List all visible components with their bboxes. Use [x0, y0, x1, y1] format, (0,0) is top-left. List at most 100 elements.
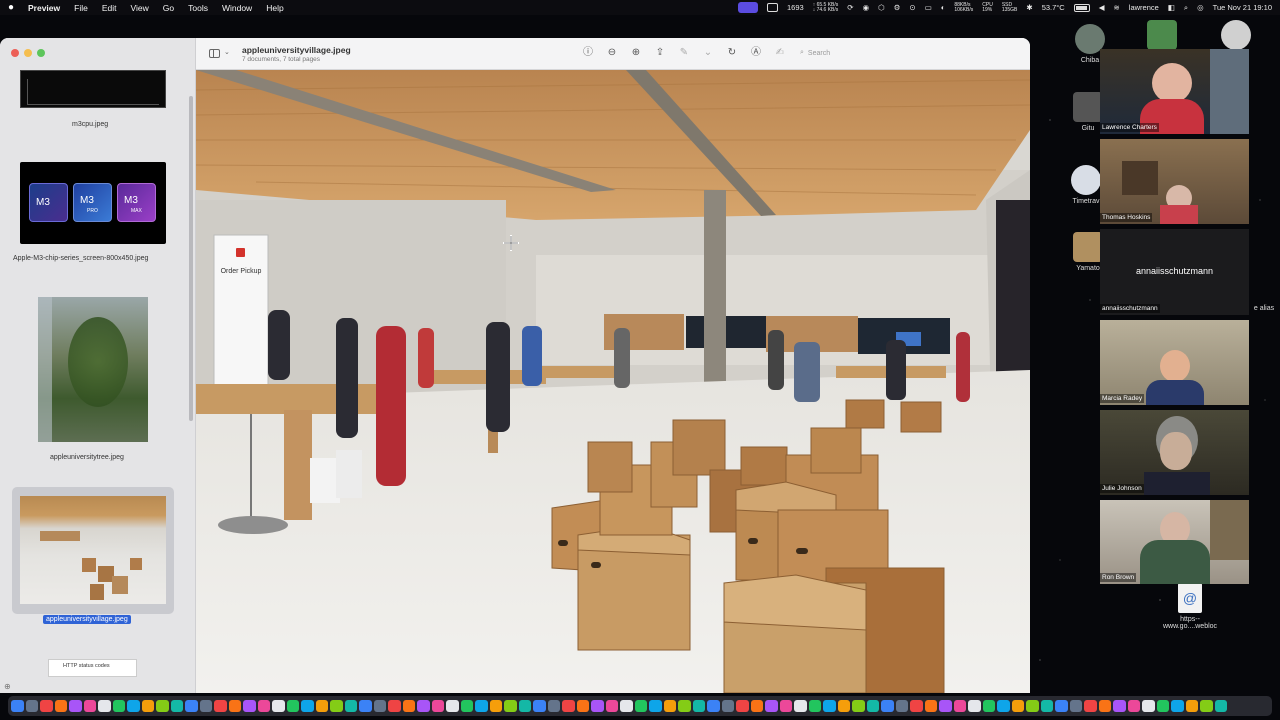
desktop-icon-alias[interactable]: e alias [1248, 305, 1280, 312]
dock-app-icon[interactable] [1142, 699, 1155, 713]
dock-app-icon[interactable] [605, 699, 618, 713]
dock-app-icon[interactable] [852, 699, 865, 713]
dock-app-icon[interactable] [69, 699, 82, 713]
dock-app-icon[interactable] [1156, 699, 1169, 713]
dock-app-icon[interactable] [634, 699, 647, 713]
dock-app-icon[interactable] [881, 699, 894, 713]
search-field[interactable]: ⌕ Search [800, 49, 830, 57]
control-center-icon[interactable]: ◧ [1168, 3, 1175, 12]
dock-app-icon[interactable] [982, 699, 995, 713]
participant-tile[interactable]: Julie Johnson [1100, 410, 1249, 495]
dock-app-icon[interactable] [533, 699, 546, 713]
dock-app-icon[interactable] [576, 699, 589, 713]
dock-app-icon[interactable] [794, 699, 807, 713]
participant-tile[interactable]: Thomas Hoskins [1100, 139, 1249, 224]
record-icon[interactable]: ⊙ [909, 3, 915, 12]
thumbnail-http-status[interactable]: HTTP status codes [48, 659, 137, 677]
dock-app-icon[interactable] [1113, 699, 1126, 713]
dock-app-icon[interactable] [112, 699, 125, 713]
dock-app-icon[interactable] [866, 699, 879, 713]
dock-app-icon[interactable] [591, 699, 604, 713]
dock-app-icon[interactable] [373, 699, 386, 713]
dock-app-icon[interactable] [359, 699, 372, 713]
siri-icon[interactable]: ◎ [1197, 3, 1204, 12]
dock-app-icon[interactable] [402, 699, 415, 713]
ssd-meter[interactable]: SSD 135GB [1002, 2, 1018, 13]
dock-app-icon[interactable] [808, 699, 821, 713]
dock-app-icon[interactable] [301, 699, 314, 713]
participant-tile[interactable]: Lawrence Charters [1100, 49, 1249, 134]
dock-app-icon[interactable] [1127, 699, 1140, 713]
rotate-icon[interactable]: ↻ [726, 47, 738, 59]
dock-app-icon[interactable] [54, 699, 67, 713]
thumbnail-sidebar[interactable]: m3cpu.jpeg M3 M3 PRO M3 MAX Apple-M3-chi… [0, 38, 196, 693]
mail-icon[interactable] [767, 3, 779, 12]
markup-icon[interactable]: Ⓐ [750, 47, 762, 59]
sign-icon[interactable]: ✍ [774, 47, 786, 59]
dock-app-icon[interactable] [431, 699, 444, 713]
dock-app-icon[interactable] [707, 699, 720, 713]
dock-app-icon[interactable] [330, 699, 343, 713]
dock-app-icon[interactable] [765, 699, 778, 713]
document-image[interactable]: Order Pickup [196, 70, 1030, 693]
dock-app-icon[interactable] [1011, 699, 1024, 713]
dock-app-icon[interactable] [692, 699, 705, 713]
dock-app-icon[interactable] [1200, 699, 1213, 713]
menu-window[interactable]: Window [222, 3, 252, 13]
volume-icon[interactable]: ◀ [1099, 3, 1105, 12]
info-icon[interactable]: ⓘ [582, 47, 594, 59]
dock-app-icon[interactable] [1055, 699, 1068, 713]
dock-app-icon[interactable] [1185, 699, 1198, 713]
notification-count[interactable]: 1693 [787, 3, 804, 12]
fan-icon[interactable]: ✱ [1026, 3, 1032, 12]
dock-app-icon[interactable] [939, 699, 952, 713]
vpn-icon[interactable]: ⬡ [878, 3, 885, 12]
menu-go[interactable]: Go [163, 3, 174, 13]
dock-app-icon[interactable] [141, 699, 154, 713]
dock-app-icon[interactable] [663, 699, 676, 713]
dock-app-icon[interactable] [518, 699, 531, 713]
zoom-button[interactable] [37, 49, 45, 57]
markup-pen-icon[interactable]: ✎ [678, 47, 690, 59]
dock-app-icon[interactable] [823, 699, 836, 713]
dock-app-icon[interactable] [1214, 699, 1227, 713]
dock-app-icon[interactable] [736, 699, 749, 713]
network-stats[interactable]: ↑ 65.5 KB/s ↓ 74.6 KB/s [813, 2, 839, 13]
disk-activity[interactable]: 88KB/s 106KB/s [954, 2, 973, 13]
dock-app-icon[interactable] [11, 699, 24, 713]
menu-view[interactable]: View [131, 3, 149, 13]
markup-chevron-icon[interactable]: ⌄ [702, 47, 714, 59]
close-button[interactable] [11, 49, 19, 57]
dock-app-icon[interactable] [228, 699, 241, 713]
dock-app-icon[interactable] [344, 699, 357, 713]
dock-app-icon[interactable] [272, 699, 285, 713]
thumbnail-m3cpu[interactable] [20, 70, 166, 108]
chevron-down-icon[interactable]: ⌄ [224, 48, 230, 56]
dock-app-icon[interactable] [460, 699, 473, 713]
dock-app-icon[interactable] [620, 699, 633, 713]
dock-app-icon[interactable] [214, 699, 227, 713]
dock-app-icon[interactable] [315, 699, 328, 713]
dock-app-icon[interactable] [83, 699, 96, 713]
dock-app-icon[interactable] [185, 699, 198, 713]
participant-tile[interactable]: annaiisschutzmann annaiisschutzmann [1100, 229, 1249, 315]
dock-app-icon[interactable] [475, 699, 488, 713]
dock-app-icon[interactable] [997, 699, 1010, 713]
sync-icon[interactable]: ⟳ [847, 3, 853, 12]
dock-app-icon[interactable] [1026, 699, 1039, 713]
dock-app-icon[interactable] [547, 699, 560, 713]
cpu-meter[interactable]: CPU 19% [982, 2, 993, 13]
dock-app-icon[interactable] [1171, 699, 1184, 713]
dock-app-icon[interactable] [895, 699, 908, 713]
menu-app-name[interactable]: Preview [28, 3, 60, 13]
dock-app-icon[interactable] [750, 699, 763, 713]
dock-app-icon[interactable] [924, 699, 937, 713]
user-name[interactable]: lawrence [1129, 3, 1159, 12]
dock-app-icon[interactable] [910, 699, 923, 713]
eye-icon[interactable]: ◉ [863, 3, 870, 12]
dock-app-icon[interactable] [417, 699, 430, 713]
dock-app-icon[interactable] [1040, 699, 1053, 713]
zoom-out-icon[interactable]: ⊖ [606, 47, 618, 59]
dock-app-icon[interactable] [257, 699, 270, 713]
minimize-button[interactable] [24, 49, 32, 57]
